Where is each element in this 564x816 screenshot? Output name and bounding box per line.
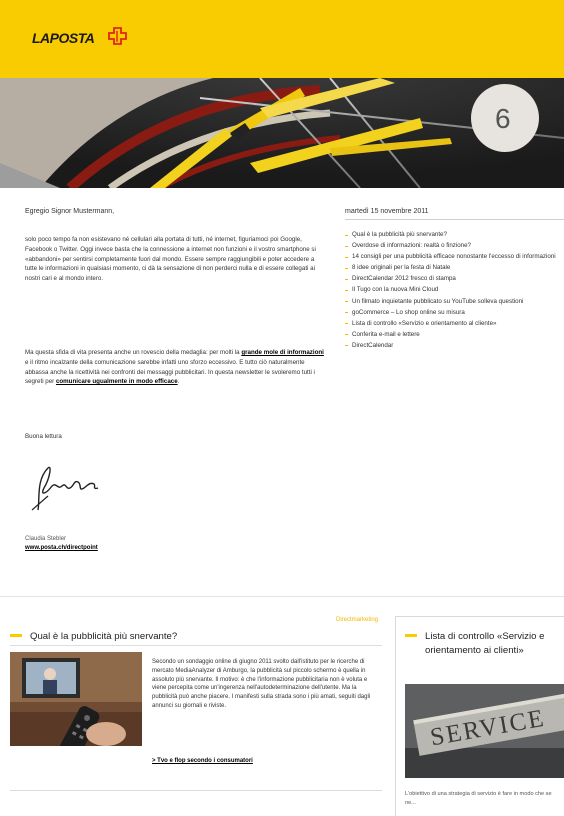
service-sign-photo: SERVICE — [405, 684, 564, 778]
toc-item[interactable]: DirectCalendar 2012 fresco di stampa — [345, 275, 560, 284]
section-divider — [0, 596, 564, 597]
toc-item[interactable]: Conferita e-mail e lettere — [345, 331, 560, 340]
logo[interactable]: LAPOSTA — [32, 30, 95, 46]
toc-item[interactable]: Overdose di informazioni: realtà o finzi… — [345, 242, 560, 251]
post-horn-icon — [108, 27, 127, 45]
title-bar-icon — [10, 634, 22, 637]
article-read-more-link[interactable]: > Tvo e flop secondo i consumatori — [152, 758, 253, 764]
checklist-title[interactable]: Lista di controllo «Servizio e orientame… — [425, 630, 564, 658]
info-overload-link[interactable]: grande mole di informazioni — [241, 349, 324, 356]
toc-item[interactable]: 14 consigli per una pubblicità efficace … — [345, 253, 560, 262]
toc-item[interactable]: Un filmato inquietante pubblicato su You… — [345, 298, 560, 307]
signer-name: Claudia Stebler — [25, 536, 67, 542]
toc-item[interactable]: DirectCalendar — [345, 342, 560, 351]
directpoint-link[interactable]: www.posta.ch/directpoint — [25, 545, 98, 551]
newsletter-date: martedì 15 novembre 2011 — [345, 208, 429, 215]
toc-item[interactable]: Qual è la pubblicità più snervante? — [345, 231, 560, 240]
toc-item[interactable]: goCommerce – Lo shop online su misura — [345, 309, 560, 318]
tv-remote-image — [10, 652, 142, 746]
greeting: Egregio Signor Mustermann, — [25, 208, 115, 215]
article-title[interactable]: Qual è la pubblicità più snervante? — [30, 631, 177, 642]
communicate-effectively-link[interactable]: comunicare ugualmente in modo efficace — [56, 378, 178, 385]
checklist-body: L'obiettivo di una strategia di servizio… — [405, 791, 552, 806]
second-paragraph: Ma questa sfida di vita presenta anche u… — [25, 349, 324, 386]
article-bottom-divider — [10, 790, 382, 791]
signature-image — [31, 466, 99, 511]
svg-text:6: 6 — [495, 103, 511, 134]
article-image — [10, 652, 142, 746]
hero-image: 6 — [0, 78, 564, 188]
service-sign-image: SERVICE — [405, 684, 564, 778]
table-of-contents: Qual è la pubblicità più snervante? Over… — [345, 231, 560, 353]
closing-text: Buona lettura — [25, 433, 62, 440]
article-title-divider — [10, 645, 382, 646]
intro-paragraph: solo poco tempo fa non esistevano né cel… — [25, 236, 316, 283]
toc-item[interactable]: 8 idee originali per la festa di Natale — [345, 264, 560, 273]
box-title-bar-icon — [405, 634, 417, 637]
darts-image: 6 — [0, 78, 564, 188]
date-divider — [345, 219, 564, 220]
toc-item[interactable]: Lista di controllo «Servizio e orientame… — [345, 320, 560, 329]
article-body: Secondo un sondaggio online di giugno 20… — [152, 659, 371, 709]
newsletter-page: LAPOSTA 6 Egregio Signor Mustermann, sol… — [0, 0, 564, 816]
article-category: Directmarketing — [335, 617, 378, 623]
toc-item[interactable]: Il Tugo con la nuova Mini Cloud — [345, 286, 560, 295]
